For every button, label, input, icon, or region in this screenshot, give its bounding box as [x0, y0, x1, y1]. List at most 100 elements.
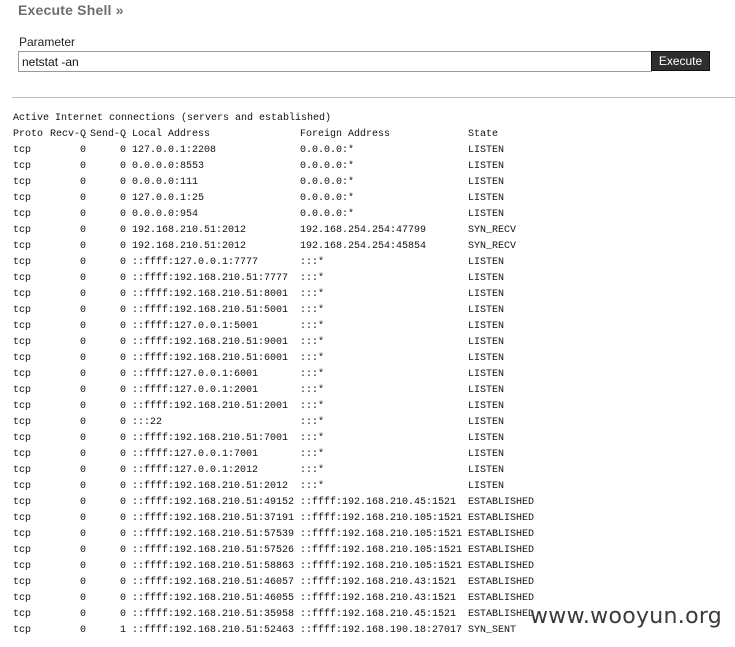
cell-local-address: ::ffff:192.168.210.51:46057 — [132, 577, 295, 588]
cell-local-address: ::ffff:192.168.210.51:52463 — [132, 625, 295, 636]
cell-foreign-address: 192.168.254.254:45854 — [300, 241, 427, 252]
execute-button[interactable]: Execute — [651, 51, 710, 71]
output-row: tcp 0 0::ffff:192.168.210.51:35958::ffff:1… — [13, 607, 534, 623]
cell-send-q: 0 — [119, 225, 126, 236]
parameter-label: Parameter — [19, 35, 76, 49]
page-title: Execute Shell » — [18, 2, 124, 18]
cell-local-address: 127.0.0.1:25 — [132, 193, 205, 204]
cell-local-address: :::22 — [132, 417, 163, 428]
cell-send-q: 1 — [119, 625, 126, 636]
cell-state: LISTEN — [468, 321, 505, 332]
cell-foreign-address: :::* — [300, 337, 325, 348]
output-row: tcp 0 0::ffff:127.0.0.1:2012:::* LISTEN — [13, 463, 504, 479]
cell-state: LISTEN — [468, 337, 505, 348]
output-row: tcp 0 0::ffff:192.168.210.51:46055::ffff:1… — [13, 591, 534, 607]
cell-foreign-address: 0.0.0.0:* — [300, 145, 355, 156]
cell-send-q: 0 — [119, 513, 126, 524]
cell-local-address: ::ffff:192.168.210.51:6001 — [132, 353, 289, 364]
cell-send-q: 0 — [119, 465, 126, 476]
cell-send-q: 0 — [119, 289, 126, 300]
output-rows: tcp 0 0 127.0.0.1:2208 0.0.0.0:* LISTEN tcp 0 0 0… — [13, 143, 534, 639]
output-row: tcp 0 0::ffff:192.168.210.51:7001:::* LISTE… — [13, 431, 504, 447]
cell-state: LISTEN — [468, 433, 505, 444]
cell-send-q: 0 — [119, 257, 126, 268]
cell-send-q: 0 — [119, 481, 126, 492]
column-header-local-address: Local Address — [132, 129, 211, 140]
output-row: tcp 0 0::ffff:192.168.210.51:2001:::* LISTE… — [13, 399, 504, 415]
cell-send-q: 0 — [119, 353, 126, 364]
cell-foreign-address: 192.168.254.254:47799 — [300, 225, 427, 236]
cell-state: LISTEN — [468, 353, 505, 364]
cell-send-q: 0 — [119, 449, 126, 460]
cell-foreign-address: :::* — [300, 385, 325, 396]
output-row: tcp 0 0::ffff:192.168.210.51:2012:::* LISTE… — [13, 479, 504, 495]
cell-state: ESTABLISHED — [468, 545, 535, 556]
cell-foreign-address: ::ffff:192.168.210.45:1521 — [300, 609, 457, 620]
output-row: tcp 0 0::ffff:127.0.0.1:7001:::* LISTEN — [13, 447, 504, 463]
cell-foreign-address: :::* — [300, 401, 325, 412]
output-row: tcp 0 0::ffff:127.0.0.1:5001:::* LISTEN — [13, 319, 504, 335]
cell-local-address: ::ffff:192.168.210.51:35958 — [132, 609, 295, 620]
cell-send-q: 0 — [119, 161, 126, 172]
cell-local-address: 0.0.0.0:111 — [132, 177, 199, 188]
cell-local-address: 192.168.210.51:2012 — [132, 225, 247, 236]
cell-send-q: 0 — [119, 145, 126, 156]
cell-send-q: 0 — [119, 177, 126, 188]
output-row: tcp 0 0::ffff:192.168.210.51:6001:::* LISTE… — [13, 351, 504, 367]
cell-local-address: ::ffff:192.168.210.51:7001 — [132, 433, 289, 444]
output-row: tcp 0 0::ffff:192.168.210.51:8001:::* LISTE… — [13, 287, 504, 303]
output-row: tcp 0 0::ffff:192.168.210.51:49152::ffff:1… — [13, 495, 534, 511]
output-row: tcp 0 0::ffff:192.168.210.51:9001:::* LISTE… — [13, 335, 504, 351]
output-row: tcp 0 0::ffff:192.168.210.51:37191::ffff:1… — [13, 511, 534, 527]
cell-send-q: 0 — [119, 529, 126, 540]
output-row: tcp 0 0 0.0.0.0:954 0.0.0.0:* LISTEN — [13, 207, 504, 223]
output-row: tcp 0 0 127.0.0.1:2208 0.0.0.0:* LISTEN — [13, 143, 504, 159]
cell-state: LISTEN — [468, 401, 505, 412]
cell-send-q: 0 — [119, 337, 126, 348]
cell-foreign-address: ::ffff:192.168.210.105:1521 — [300, 529, 463, 540]
cell-foreign-address: :::* — [300, 289, 325, 300]
column-header-foreign-address: Foreign Address — [300, 129, 391, 140]
cell-state: LISTEN — [468, 209, 505, 220]
cell-state: LISTEN — [468, 449, 505, 460]
command-output: Active Internet connections (servers and… — [13, 111, 534, 639]
cell-state: LISTEN — [468, 417, 505, 428]
cell-local-address: ::ffff:192.168.210.51:46055 — [132, 593, 295, 604]
output-row: tcp 0 0::ffff:192.168.210.51:57539::ffff:1… — [13, 527, 534, 543]
output-row: tcp 0 0::ffff:192.168.210.51:58863::ffff:1… — [13, 559, 534, 575]
cell-send-q: 0 — [119, 241, 126, 252]
column-header-state: State — [468, 129, 499, 140]
output-row: tcp 0 0::ffff:192.168.210.51:7777:::* LISTE… — [13, 271, 504, 287]
cell-state: ESTABLISHED — [468, 593, 535, 604]
cell-state: ESTABLISHED — [468, 577, 535, 588]
output-row: tcp 0 0::ffff:192.168.210.51:46057::ffff:1… — [13, 575, 534, 591]
cell-local-address: ::ffff:192.168.210.51:8001 — [132, 289, 289, 300]
cell-local-address: ::ffff:192.168.210.51:9001 — [132, 337, 289, 348]
cell-local-address: ::ffff:192.168.210.51:5001 — [132, 305, 289, 316]
cell-local-address: ::ffff:192.168.210.51:58863 — [132, 561, 295, 572]
cell-foreign-address: :::* — [300, 369, 325, 380]
cell-send-q: 0 — [119, 369, 126, 380]
output-row: tcp 0 1::ffff:192.168.210.51:52463::ffff:1… — [13, 623, 516, 639]
cell-foreign-address: :::* — [300, 273, 325, 284]
divider — [12, 97, 735, 98]
cell-state: LISTEN — [468, 385, 505, 396]
cell-state: LISTEN — [468, 289, 505, 300]
cell-foreign-address: :::* — [300, 417, 325, 428]
cell-state: LISTEN — [468, 145, 505, 156]
cell-local-address: ::ffff:127.0.0.1:2001 — [132, 385, 259, 396]
cell-send-q: 0 — [119, 433, 126, 444]
cell-foreign-address: ::ffff:192.168.210.105:1521 — [300, 513, 463, 524]
cell-foreign-address: :::* — [300, 449, 325, 460]
cell-state: LISTEN — [468, 273, 505, 284]
cell-state: LISTEN — [468, 465, 505, 476]
output-row: tcp 0 0::ffff:192.168.210.51:57526::ffff:1… — [13, 543, 534, 559]
output-intro: Active Internet connections (servers and… — [13, 113, 332, 124]
parameter-input[interactable] — [18, 51, 652, 72]
cell-state: SYN_SENT — [468, 625, 517, 636]
cell-state: ESTABLISHED — [468, 513, 535, 524]
output-row: tcp 0 0:::22:::* LISTEN — [13, 415, 504, 431]
cell-send-q: 0 — [119, 209, 126, 220]
cell-local-address: ::ffff:192.168.210.51:37191 — [132, 513, 295, 524]
cell-foreign-address: :::* — [300, 481, 325, 492]
